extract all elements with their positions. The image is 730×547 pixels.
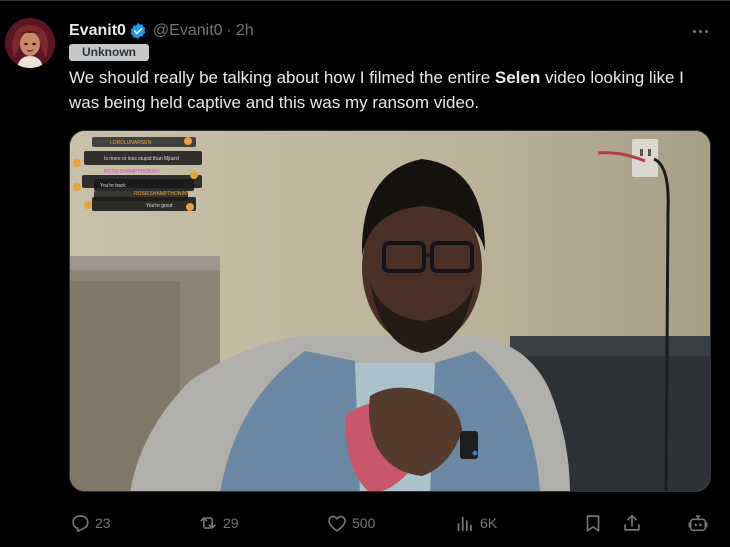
grok-button[interactable] — [687, 510, 709, 536]
avatar[interactable] — [5, 18, 55, 68]
reply-icon — [69, 512, 91, 534]
reply-button[interactable]: 23 — [69, 510, 111, 536]
repost-button[interactable]: 29 — [197, 510, 239, 536]
post-time[interactable]: 2h — [236, 22, 254, 40]
bookmark-button[interactable] — [582, 510, 604, 536]
chat-user-1: LORDLUNARSEN — [110, 140, 152, 146]
action-bar: 23 29 500 6K — [69, 510, 714, 536]
chat-user-2: ROSIESHAMPTHONINY — [104, 169, 161, 175]
user-handle[interactable]: @Evanit0 — [153, 22, 223, 40]
like-button[interactable]: 500 — [326, 510, 375, 536]
bookmark-icon — [582, 512, 604, 534]
like-count: 500 — [352, 515, 376, 531]
tweet-media-image[interactable]: LORDLUNARSEN Is more or less stupid than… — [69, 130, 711, 492]
chat-message-3: You're good — [146, 203, 173, 209]
analytics-icon — [454, 512, 476, 534]
heart-icon — [326, 512, 348, 534]
repost-count: 29 — [223, 515, 239, 531]
reply-count: 23 — [95, 515, 111, 531]
display-name[interactable]: Evanit0 — [69, 22, 126, 40]
share-button[interactable] — [621, 510, 643, 536]
affiliation-badge: Unknown — [69, 44, 149, 61]
top-divider — [0, 0, 730, 1]
grok-icon — [687, 512, 709, 534]
more-icon[interactable] — [689, 21, 711, 41]
separator-dot: · — [226, 22, 232, 39]
tweet-text: We should really be talking about how I … — [69, 65, 709, 115]
tweet-header: Evanit0 @Evanit0 · 2h — [69, 20, 254, 42]
tweet-text-part1: We should really be talking about how I … — [69, 68, 495, 87]
views-count: 6K — [480, 515, 498, 531]
chat-user-3: ROSIESHAMPTHONINY — [134, 191, 191, 197]
repost-icon — [197, 512, 219, 534]
chat-message-2: You're back — [100, 183, 126, 189]
views-button[interactable]: 6K — [454, 510, 497, 536]
tweet-text-bold: Selen — [494, 68, 541, 87]
chat-message-1: Is more or less stupid than Mjlaird — [104, 156, 179, 162]
share-icon — [621, 512, 643, 534]
verified-badge-icon — [129, 22, 147, 40]
